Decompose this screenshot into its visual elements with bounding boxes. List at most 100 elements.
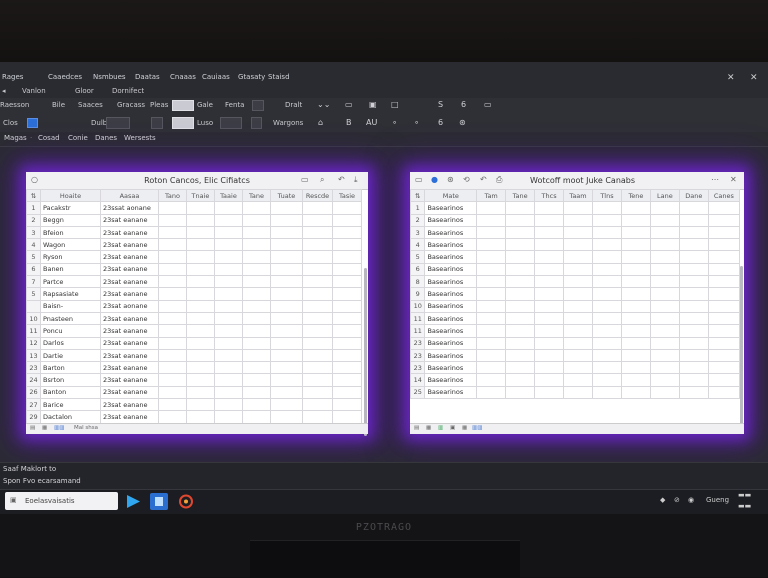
grid-cell[interactable] [186,287,215,301]
grid-cell[interactable] [242,311,271,326]
grid-cell[interactable]: 23sat eanane [100,225,159,240]
grid-cell[interactable] [158,324,187,338]
volume-icon[interactable]: ◉ [688,496,694,504]
tab-item[interactable]: Wersests [124,134,156,142]
grid-cell[interactable] [505,385,536,400]
grid-cell[interactable]: Beggn [40,213,101,227]
grid-cell[interactable]: Dactalon [40,410,101,424]
grid-cell[interactable] [678,287,709,301]
grid-cell[interactable] [620,262,651,277]
table-row[interactable]: 3 Bfeion 23sat eanane [26,225,362,240]
menu-item[interactable]: Vanlon [22,87,46,95]
grid-cell[interactable] [534,250,565,264]
grid-cell[interactable] [242,213,271,227]
grid-cell[interactable] [186,348,215,363]
grid-cell[interactable] [534,299,565,313]
grid-cell[interactable] [505,287,536,301]
table-row[interactable]: 2 Beggn 23sat eanane [26,213,362,227]
grid-cell[interactable] [186,361,215,375]
grid-cell[interactable] [563,385,593,400]
grid-cell[interactable] [534,287,565,301]
grid-cell[interactable] [678,262,709,277]
grid-cell[interactable] [649,213,680,227]
grid-cell[interactable] [302,225,333,240]
row-number[interactable]: 2 [409,213,426,227]
row-number[interactable]: 27 [26,398,41,412]
format-box[interactable] [151,117,163,129]
grid-cell[interactable] [158,250,187,264]
grid-cell[interactable] [158,201,187,215]
grid-cell[interactable] [620,324,651,338]
folder-icon[interactable]: ▭ [415,175,423,184]
ribbon-label[interactable]: Bile [52,101,65,109]
grid-cell[interactable] [620,225,651,240]
grid-cell[interactable]: Basearinos [424,287,478,301]
grid-cell[interactable] [158,213,187,227]
grid-cell[interactable]: 23sat eanane [100,250,159,264]
grid-cell[interactable] [214,311,243,326]
grid-cell[interactable] [707,385,741,400]
grid-cell[interactable] [158,336,187,350]
menu-item[interactable]: Dornifect [112,87,144,95]
column-header[interactable]: Tasie [332,188,362,203]
grid-cell[interactable] [158,311,187,326]
grid-cell[interactable] [302,311,333,326]
grid-cell[interactable] [620,238,651,252]
grid-cell[interactable] [270,299,303,313]
table-row[interactable]: 23 Basearinos [409,348,741,363]
grid-cell[interactable] [505,324,536,338]
table-row[interactable]: Baisn- 23sat aonane [26,299,362,313]
grid-cell[interactable] [332,385,362,400]
grid-cell[interactable] [476,213,507,227]
grid-cell[interactable]: Poncu [40,324,101,338]
grid-cell[interactable] [707,348,741,363]
grid-cell[interactable] [505,311,536,326]
grid-cell[interactable] [332,201,362,215]
corner-cell[interactable]: ⇅ [409,188,426,203]
grid-cell[interactable] [242,336,271,350]
table-row[interactable]: 23 Basearinos [409,361,741,375]
grid-cell[interactable]: Basearinos [424,336,478,350]
grid-cell[interactable] [186,398,215,412]
sheet-icon[interactable]: ▤ [30,425,35,431]
table-row[interactable]: 11 Basearinos [409,324,741,338]
sheet-icon[interactable]: ▥▥ [54,425,64,431]
row-number[interactable]: 10 [26,311,41,326]
grid-cell[interactable] [563,336,593,350]
notification-icon[interactable]: ▬▬ [738,502,751,510]
table-row[interactable]: 14 Basearinos [409,373,741,387]
grid-cell[interactable] [476,299,507,313]
grid-cell[interactable] [332,275,362,289]
column-header[interactable]: Aasaa [100,188,159,203]
grid-cell[interactable] [505,275,536,289]
tab-item[interactable]: Danes [95,134,117,142]
ribbon-label[interactable]: Luso [197,119,213,127]
grid-cell[interactable] [505,336,536,350]
menu-item[interactable]: Cauiaas [202,73,230,81]
table-row[interactable]: 1 Pacakstr 23ssat aonane [26,201,362,215]
row-number[interactable]: 1 [409,201,426,215]
folder-icon[interactable]: ▭ [301,175,309,184]
settings-icon[interactable]: ⊛ [447,175,454,184]
grid-cell[interactable] [158,398,187,412]
grid-cell[interactable]: Darlos [40,336,101,350]
grid-cell[interactable] [270,250,303,264]
column-header[interactable]: Taaie [214,188,243,203]
grid-cell[interactable]: 23sat eanane [100,324,159,338]
grid-cell[interactable]: 23sat eanane [100,398,159,412]
save-icon[interactable]: ▣ [369,100,377,109]
column-header[interactable]: Tane [505,188,536,203]
grid-cell[interactable] [302,373,333,387]
right-spreadsheet-window[interactable]: ▭ ● ⊛ ⟲ ↶ ⎙ Wotcoff moot Juke Canabs ⋯ ✕… [409,172,744,434]
column-header[interactable]: Thcs [534,188,565,203]
table-row[interactable]: 4 Wagon 23sat eanane [26,238,362,252]
format-box[interactable] [252,100,264,111]
column-header[interactable]: Taam [563,188,593,203]
grid-cell[interactable] [707,238,741,252]
grid-cell[interactable] [158,348,187,363]
grid-cell[interactable] [270,275,303,289]
grid-cell[interactable] [534,262,565,277]
grid-cell[interactable] [476,225,507,240]
grid-cell[interactable]: Baisn- [40,299,101,313]
column-header[interactable]: Rescde [302,188,333,203]
